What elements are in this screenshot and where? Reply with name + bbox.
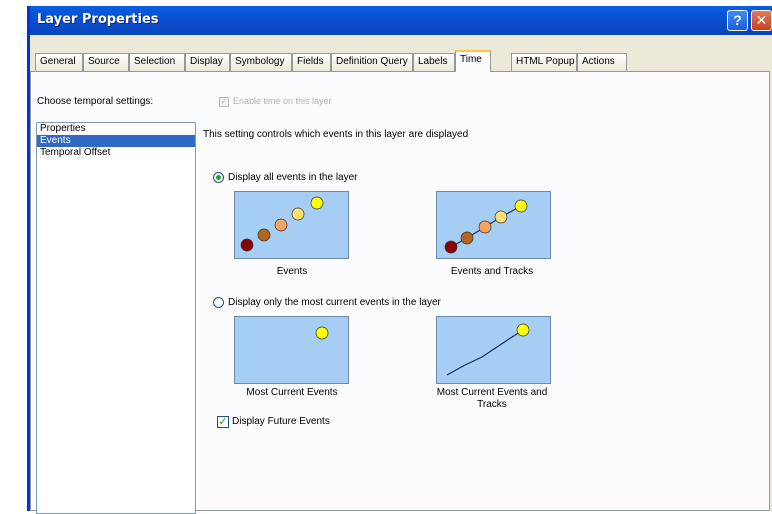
- display-future-events-label: Display Future Events: [232, 416, 330, 427]
- display-future-events-checkbox[interactable]: ✓: [217, 416, 229, 428]
- display-all-events-label: Display all events in the layer: [228, 172, 358, 183]
- tab-labels[interactable]: Labels: [413, 53, 455, 71]
- tab-selection[interactable]: Selection: [129, 53, 185, 71]
- most-current-events-and-tracks-preview: [436, 316, 551, 384]
- tab-fields[interactable]: Fields: [292, 53, 331, 71]
- dialog-title: Layer Properties: [37, 12, 159, 27]
- list-item-events[interactable]: Events: [37, 135, 195, 147]
- tab-display[interactable]: Display: [185, 53, 230, 71]
- close-button[interactable]: ✕: [751, 10, 772, 31]
- list-item-properties[interactable]: Properties: [37, 123, 195, 135]
- display-current-events-radio[interactable]: [213, 297, 224, 308]
- events-and-tracks-preview: [436, 191, 551, 259]
- events-preview-graphic: [240, 196, 324, 252]
- title-bar: Layer Properties ? ✕: [30, 6, 772, 35]
- events-caption: Events: [276, 266, 308, 277]
- enable-time-checkbox[interactable]: ✓: [219, 97, 229, 107]
- tab-strip: General Source Selection Display Symbolo…: [30, 50, 772, 72]
- most-current-events-preview: [234, 316, 349, 384]
- tab-definition-query[interactable]: Definition Query: [331, 53, 413, 71]
- choose-temporal-settings-label: Choose temporal settings:: [37, 96, 154, 107]
- tab-time[interactable]: Time: [455, 50, 491, 72]
- most-current-events-and-tracks-preview-graphic: [446, 323, 530, 376]
- display-all-events-radio[interactable]: [213, 172, 224, 183]
- enable-time-label: Enable time on this layer: [233, 96, 332, 106]
- most-current-events-and-tracks-caption: Most Current Events and Tracks: [436, 387, 548, 410]
- events-preview: [234, 191, 349, 259]
- events-and-tracks-caption: Events and Tracks: [450, 266, 534, 277]
- tab-actions[interactable]: Actions: [577, 53, 627, 71]
- tab-symbology[interactable]: Symbology: [230, 53, 292, 71]
- temporal-settings-list: Properties Events Temporal Offset: [36, 122, 196, 514]
- help-button[interactable]: ?: [727, 10, 748, 31]
- events-and-tracks-preview-graphic: [444, 199, 528, 254]
- layer-properties-dialog: Layer Properties ? ✕ General Source Sele…: [27, 6, 772, 514]
- most-current-events-caption: Most Current Events: [246, 387, 338, 398]
- tab-general[interactable]: General: [35, 53, 83, 71]
- events-description: This setting controls which events in th…: [203, 129, 469, 140]
- most-current-events-preview-graphic: [315, 326, 329, 340]
- time-tab-panel: Choose temporal settings: ✓ Enable time …: [30, 71, 770, 514]
- tab-source[interactable]: Source: [83, 53, 129, 71]
- list-item-temporal-offset[interactable]: Temporal Offset: [37, 147, 195, 159]
- tab-html-popup[interactable]: HTML Popup: [511, 53, 577, 71]
- display-current-events-label: Display only the most current events in …: [228, 297, 441, 308]
